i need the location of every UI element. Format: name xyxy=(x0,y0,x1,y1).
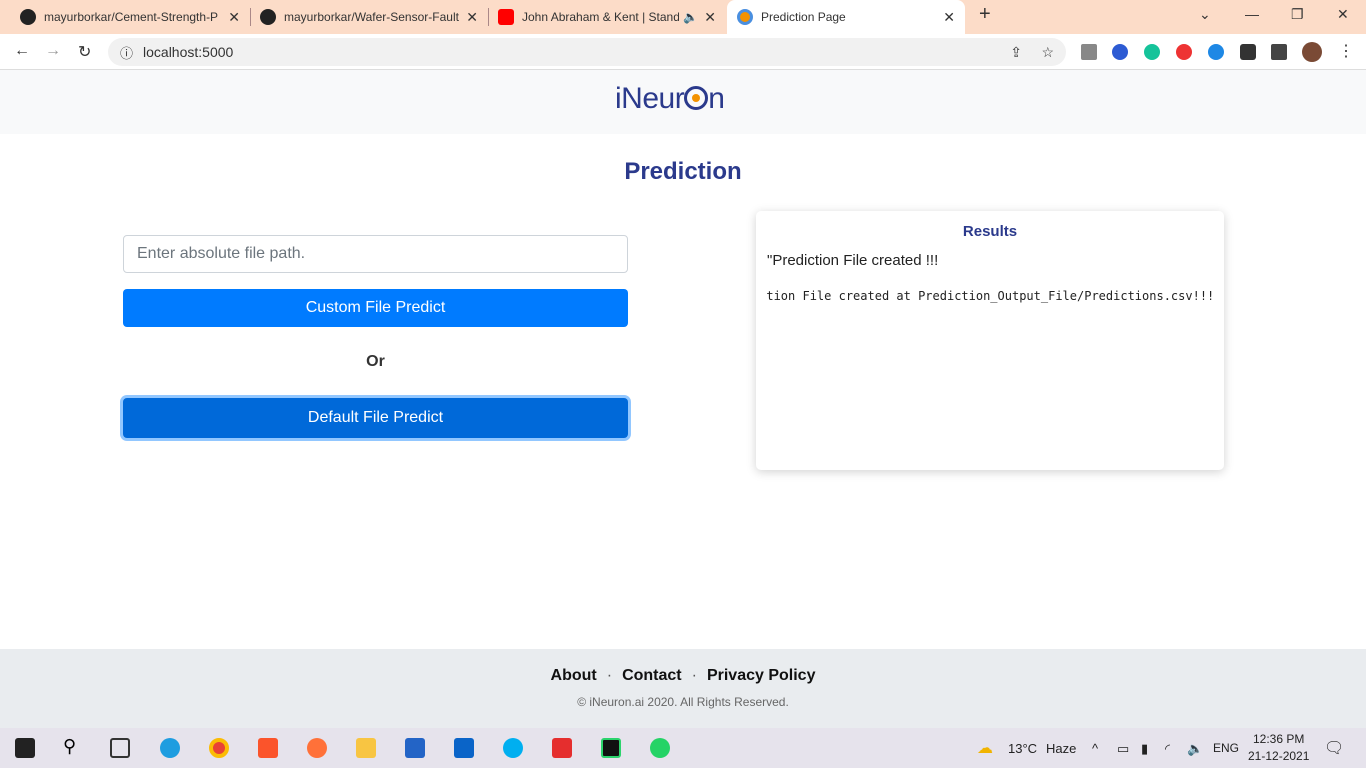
results-card: Results "Prediction File created !!! Pre… xyxy=(756,211,1224,470)
contact-link[interactable]: Contact xyxy=(622,667,682,684)
file-explorer-icon[interactable] xyxy=(356,738,376,758)
info-icon: ⓘ xyxy=(120,45,134,61)
minimize-button[interactable]: — xyxy=(1245,6,1259,22)
ineuron-icon xyxy=(737,9,753,25)
windows-start-icon[interactable] xyxy=(15,738,35,758)
tab-bar: mayurborkar/Cement-Strength-P ✕ mayurbork… xyxy=(0,0,1366,34)
restore-button[interactable]: ❐ xyxy=(1291,6,1304,23)
meet-icon[interactable]: ▭ xyxy=(1117,741,1129,757)
tab-search-icon[interactable]: ⌄ xyxy=(1199,6,1211,23)
separator: · xyxy=(606,667,613,684)
close-icon[interactable]: ✕ xyxy=(466,9,478,26)
wps-icon[interactable] xyxy=(552,738,572,758)
battery-icon[interactable]: ▮ xyxy=(1141,741,1148,757)
copyright: © iNeuron.ai 2020. All Rights Reserved. xyxy=(577,695,789,709)
chrome-icon[interactable] xyxy=(209,738,229,758)
extension-icon[interactable] xyxy=(1208,44,1224,60)
close-icon[interactable]: ✕ xyxy=(943,9,955,26)
separator: · xyxy=(691,667,697,684)
tab-label: John Abraham & Kent | Stand xyxy=(522,10,680,24)
forward-icon[interactable]: → xyxy=(45,42,61,60)
mail-icon[interactable] xyxy=(454,738,474,758)
volume-icon[interactable]: 🔈 xyxy=(1187,741,1203,757)
wifi-icon[interactable]: ◜ xyxy=(1165,741,1170,757)
grammarly-icon[interactable] xyxy=(1144,44,1160,60)
tab-label: mayurborkar/Wafer-Sensor-Fault xyxy=(284,10,459,24)
back-icon[interactable]: ← xyxy=(14,42,30,60)
youtube-icon xyxy=(498,9,514,25)
search-icon[interactable]: ⚲ xyxy=(63,736,83,756)
pokeball-icon[interactable] xyxy=(1176,44,1192,60)
pycharm-icon[interactable] xyxy=(601,738,621,758)
footer: About · Contact · Privacy Policy © iNeuron.a… xyxy=(0,649,1366,728)
tab-cement[interactable]: mayurborkar/Cement-Strength-P ✕ xyxy=(10,0,250,34)
or-label: Or xyxy=(366,353,385,370)
url-text[interactable]: localhost:5000 xyxy=(143,44,233,60)
whatsapp-icon[interactable] xyxy=(650,738,670,758)
extension-icon[interactable] xyxy=(1112,44,1128,60)
github-icon xyxy=(260,9,276,25)
ineuron-logo[interactable]: iNeur n xyxy=(615,82,725,116)
audio-icon[interactable]: 🔈 xyxy=(683,10,698,24)
tab-label: mayurborkar/Cement-Strength-P xyxy=(44,10,219,24)
default-file-predict-button[interactable]: Default File Predict xyxy=(123,398,628,438)
skype-icon[interactable] xyxy=(503,738,523,758)
browser-toolbar: ← → ↻ ⓘ localhost:5000 ⇪ ☆ ⋮ xyxy=(0,34,1366,70)
clock-time[interactable]: 12:36 PM xyxy=(1253,732,1304,746)
clock-date[interactable]: 21-12-2021 xyxy=(1248,749,1309,763)
menu-icon[interactable]: ⋮ xyxy=(1338,41,1354,61)
tab-youtube[interactable]: John Abraham & Kent | Stand 🔈 ✕ xyxy=(488,0,726,34)
firefox-icon[interactable] xyxy=(307,738,327,758)
share-icon[interactable]: ⇪ xyxy=(1010,44,1022,61)
bookmark-star-icon[interactable]: ☆ xyxy=(1041,44,1054,61)
task-view-icon[interactable] xyxy=(110,738,130,758)
avatar[interactable] xyxy=(1302,42,1322,62)
page-title: Prediction xyxy=(624,158,742,185)
weather-condition[interactable]: Haze xyxy=(1046,741,1076,756)
github-icon xyxy=(20,9,36,25)
results-log[interactable]: Prediction File created at Prediction_Ou… xyxy=(766,289,1214,305)
close-icon[interactable]: ✕ xyxy=(228,9,240,26)
weather-temp[interactable]: 13°C xyxy=(1008,741,1037,756)
privacy-policy-link[interactable]: Privacy Policy xyxy=(707,667,816,684)
weather-icon[interactable]: ☁ xyxy=(977,738,993,758)
brave-icon[interactable] xyxy=(258,738,278,758)
extension-icon[interactable] xyxy=(1081,44,1097,60)
tab-prediction[interactable]: Prediction Page ✕ xyxy=(727,0,965,34)
edge-icon[interactable] xyxy=(160,738,180,758)
tray-chevron-icon[interactable]: ^ xyxy=(1092,741,1098,756)
media-control-icon[interactable] xyxy=(1271,44,1287,60)
custom-file-predict-button[interactable]: Custom File Predict xyxy=(123,289,628,327)
close-icon[interactable]: ✕ xyxy=(704,9,716,26)
tab-label: Prediction Page xyxy=(761,10,846,24)
store-icon[interactable] xyxy=(405,738,425,758)
notification-icon[interactable]: 🗨 xyxy=(1324,738,1344,758)
extensions-puzzle-icon[interactable] xyxy=(1240,44,1256,60)
close-window-button[interactable]: ✕ xyxy=(1337,6,1349,23)
taskbar: ⚲ ☁ 13°C Haze ^ ▭ ▮ ◜ 🔈 ENG 12:36 PM 21-… xyxy=(0,728,1366,768)
tab-wafer[interactable]: mayurborkar/Wafer-Sensor-Fault ✕ xyxy=(250,0,488,34)
reload-icon[interactable]: ↻ xyxy=(78,42,91,62)
file-path-input[interactable] xyxy=(123,235,628,273)
results-title: Results xyxy=(962,223,1018,240)
about-link[interactable]: About xyxy=(551,667,597,684)
results-message: "Prediction File created !!! xyxy=(767,252,939,269)
address-bar[interactable]: ⓘ localhost:5000 ⇪ ☆ xyxy=(108,38,1066,66)
new-tab-button[interactable]: + xyxy=(979,3,991,26)
language-indicator[interactable]: ENG xyxy=(1213,741,1239,755)
